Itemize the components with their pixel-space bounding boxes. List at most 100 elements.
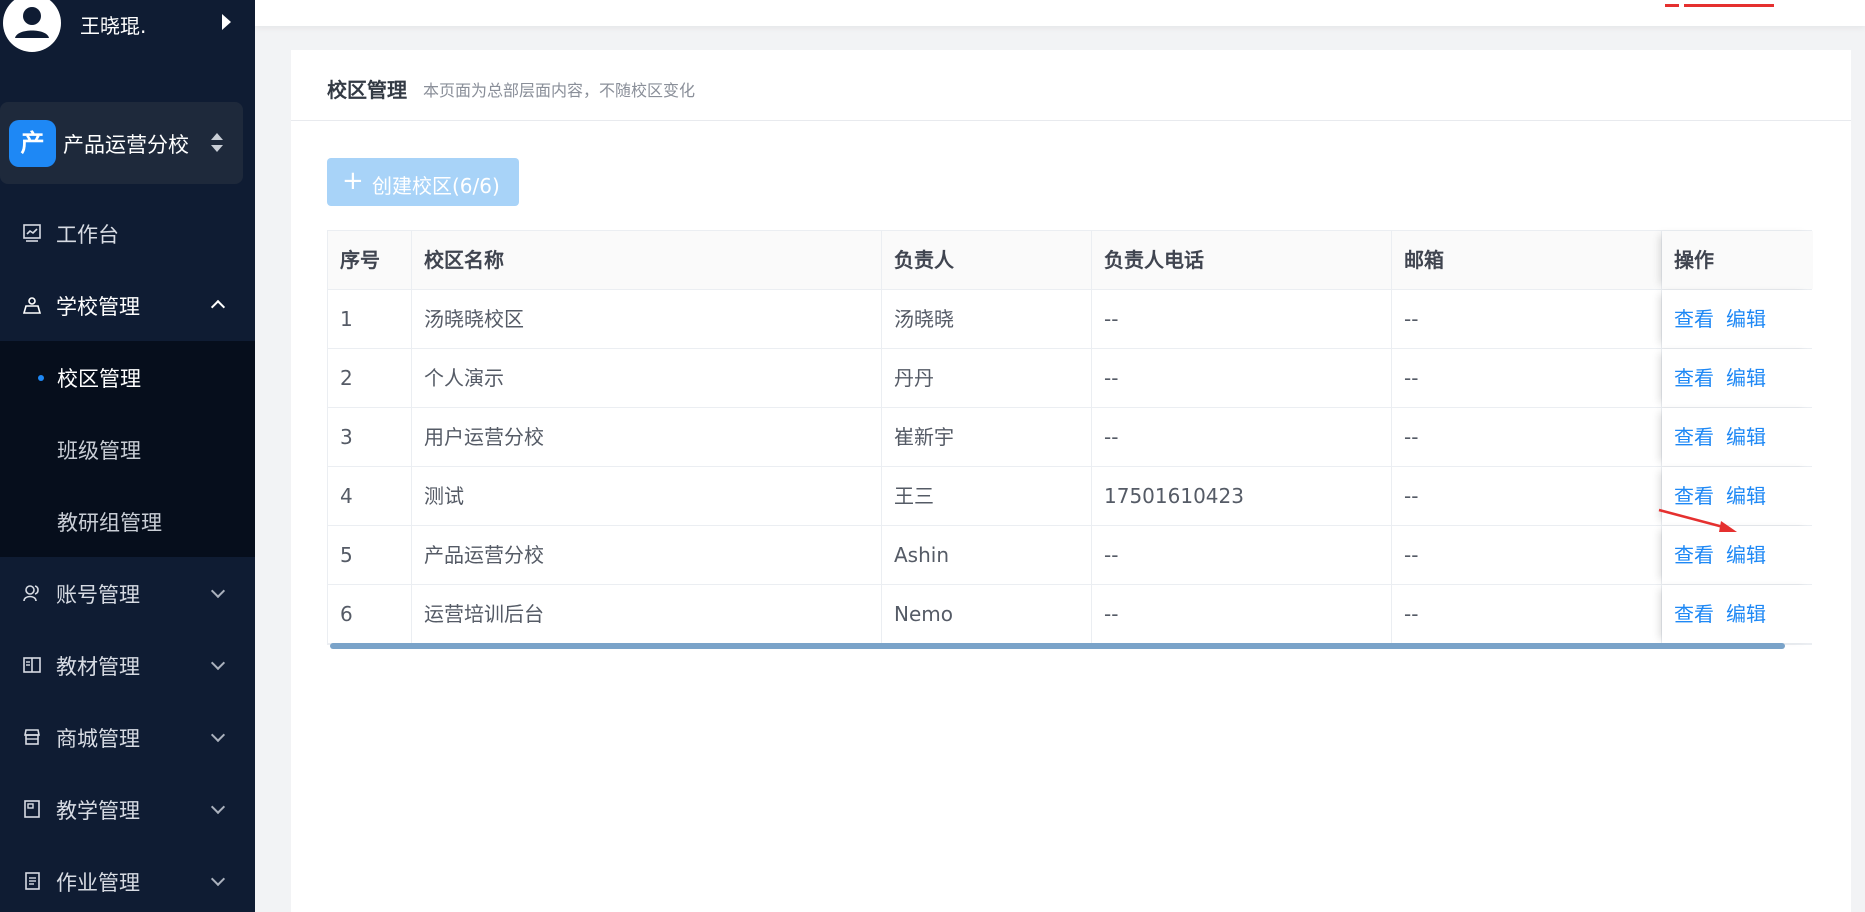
document-icon (25, 872, 40, 890)
cell-campus-name: 汤晓晓校区 (412, 290, 882, 348)
cell-manager: 丹丹 (882, 349, 1092, 407)
cell-index: 2 (328, 349, 412, 407)
cell-manager: 汤晓晓 (882, 290, 1092, 348)
cell-manager: 王三 (882, 467, 1092, 525)
chevron-down-icon (210, 655, 226, 671)
cell-email: -- (1392, 526, 1662, 584)
chevron-down-icon (210, 871, 226, 887)
notebook-icon (24, 800, 40, 818)
sidebar-item-workbench[interactable]: 工作台 (0, 197, 255, 269)
top-bar-red-link[interactable] (1665, 0, 1795, 7)
column-header-manager: 负责人 (882, 231, 1092, 289)
book-icon (23, 657, 41, 673)
create-campus-button[interactable]: + 创建校区(6/6) (327, 158, 519, 206)
school-badge: 产 (9, 120, 56, 167)
cell-actions: 查看 编辑 (1662, 290, 1813, 348)
view-link[interactable]: 查看 (1674, 484, 1714, 508)
cell-actions: 查看 编辑 (1662, 585, 1813, 643)
edit-link[interactable]: 编辑 (1726, 307, 1766, 331)
table-row: 4 测试 王三 17501610423 -- 查看 编辑 (328, 467, 1813, 526)
chevron-down-icon (210, 799, 226, 815)
cell-actions: 查看 编辑 (1662, 526, 1813, 584)
school-name: 产品运营分校 (63, 133, 189, 157)
cell-email: -- (1392, 290, 1662, 348)
sidebar-item-class-management[interactable]: 班级管理 (0, 413, 255, 485)
edit-link[interactable]: 编辑 (1726, 602, 1766, 626)
column-header-campus-name: 校区名称 (412, 231, 882, 289)
column-header-email: 邮箱 (1392, 231, 1662, 289)
table-row: 3 用户运营分校 崔新宇 -- -- 查看 编辑 (328, 408, 1813, 467)
table-row: 6 运营培训后台 Nemo -- -- 查看 编辑 (328, 585, 1813, 644)
cell-index: 3 (328, 408, 412, 466)
view-link[interactable]: 查看 (1674, 366, 1714, 390)
cell-phone: -- (1092, 585, 1392, 643)
caret-right-icon[interactable] (222, 14, 231, 30)
sidebar-item-research-group-management[interactable]: 教研组管理 (0, 485, 255, 557)
store-icon (24, 729, 40, 745)
page-subtitle: 本页面为总部层面内容，不随校区变化 (423, 81, 696, 100)
column-header-phone: 负责人电话 (1092, 231, 1392, 289)
sidebar-item-label: 校区管理 (57, 367, 141, 391)
sidebar-item-label: 教学管理 (56, 799, 140, 823)
cell-phone: -- (1092, 408, 1392, 466)
view-link[interactable]: 查看 (1674, 543, 1714, 567)
cell-manager: Ashin (882, 526, 1092, 584)
sidebar-item-textbook-management[interactable]: 教材管理 (0, 629, 255, 701)
edit-link[interactable]: 编辑 (1726, 425, 1766, 449)
sidebar-item-teaching-management[interactable]: 教学管理 (0, 773, 255, 845)
active-dot-icon (38, 375, 44, 381)
user-name: 王晓琨. (80, 14, 147, 38)
annotation-arrow-icon (1658, 508, 1737, 532)
cell-campus-name: 测试 (412, 467, 882, 525)
cell-email: -- (1392, 585, 1662, 643)
sidebar-item-label: 教研组管理 (57, 511, 162, 535)
cell-campus-name: 个人演示 (412, 349, 882, 407)
user-profile[interactable]: 王晓琨. (0, 0, 255, 52)
submenu-school-management: 校区管理 班级管理 教研组管理 (0, 341, 255, 557)
column-header-index: 序号 (328, 231, 412, 289)
table-header-row: 序号 校区名称 负责人 负责人电话 邮箱 操作 (328, 231, 1813, 290)
cell-index: 6 (328, 585, 412, 643)
cell-campus-name: 产品运营分校 (412, 526, 882, 584)
sidebar-item-label: 班级管理 (57, 439, 141, 463)
cell-manager: 崔新宇 (882, 408, 1092, 466)
users-icon (23, 585, 39, 602)
main-card: 校区管理 本页面为总部层面内容，不随校区变化 + 创建校区(6/6) 序号 校区… (291, 50, 1851, 912)
sidebar-item-mall-management[interactable]: 商城管理 (0, 701, 255, 773)
cell-index: 1 (328, 290, 412, 348)
cell-actions: 查看 编辑 (1662, 349, 1813, 407)
sidebar-item-campus-management[interactable]: 校区管理 (0, 341, 255, 413)
cell-email: -- (1392, 408, 1662, 466)
view-link[interactable]: 查看 (1674, 602, 1714, 626)
avatar[interactable] (3, 0, 61, 52)
chevron-down-icon (210, 583, 226, 599)
view-link[interactable]: 查看 (1674, 307, 1714, 331)
horizontal-scrollbar[interactable] (330, 643, 1785, 649)
sort-switch-icon[interactable] (211, 131, 223, 155)
edit-link[interactable]: 编辑 (1726, 484, 1766, 508)
sidebar: 王晓琨. 产 产品运营分校 工作台 学校管理 校区管理 班级管理 教研组管理 账… (0, 0, 255, 912)
sidebar-item-label: 商城管理 (56, 727, 140, 751)
card-header: 校区管理 本页面为总部层面内容，不随校区变化 (291, 50, 1851, 121)
table-row: 5 产品运营分校 Ashin -- -- 查看 编辑 (328, 526, 1813, 585)
create-campus-button-label: 创建校区(6/6) (372, 174, 500, 198)
school-switcher[interactable]: 产 产品运营分校 (0, 102, 243, 184)
view-link[interactable]: 查看 (1674, 425, 1714, 449)
plus-icon: + (342, 166, 364, 196)
sidebar-item-label: 教材管理 (56, 655, 140, 679)
user-icon (15, 7, 49, 38)
sidebar-item-school-management[interactable]: 学校管理 (0, 269, 255, 341)
edit-link[interactable]: 编辑 (1726, 366, 1766, 390)
sidebar-item-label: 账号管理 (56, 583, 140, 607)
sidebar-item-account-management[interactable]: 账号管理 (0, 557, 255, 629)
school-icon (23, 297, 41, 314)
column-header-actions: 操作 (1662, 231, 1813, 289)
cell-campus-name: 运营培训后台 (412, 585, 882, 643)
cell-email: -- (1392, 349, 1662, 407)
cell-manager: Nemo (882, 585, 1092, 643)
cell-phone: -- (1092, 526, 1392, 584)
campus-table: 序号 校区名称 负责人 负责人电话 邮箱 操作 1 汤晓晓校区 汤晓晓 -- -… (327, 230, 1813, 649)
edit-link[interactable]: 编辑 (1726, 543, 1766, 567)
sidebar-item-label: 作业管理 (56, 871, 140, 895)
sidebar-item-homework-management[interactable]: 作业管理 (0, 845, 255, 912)
